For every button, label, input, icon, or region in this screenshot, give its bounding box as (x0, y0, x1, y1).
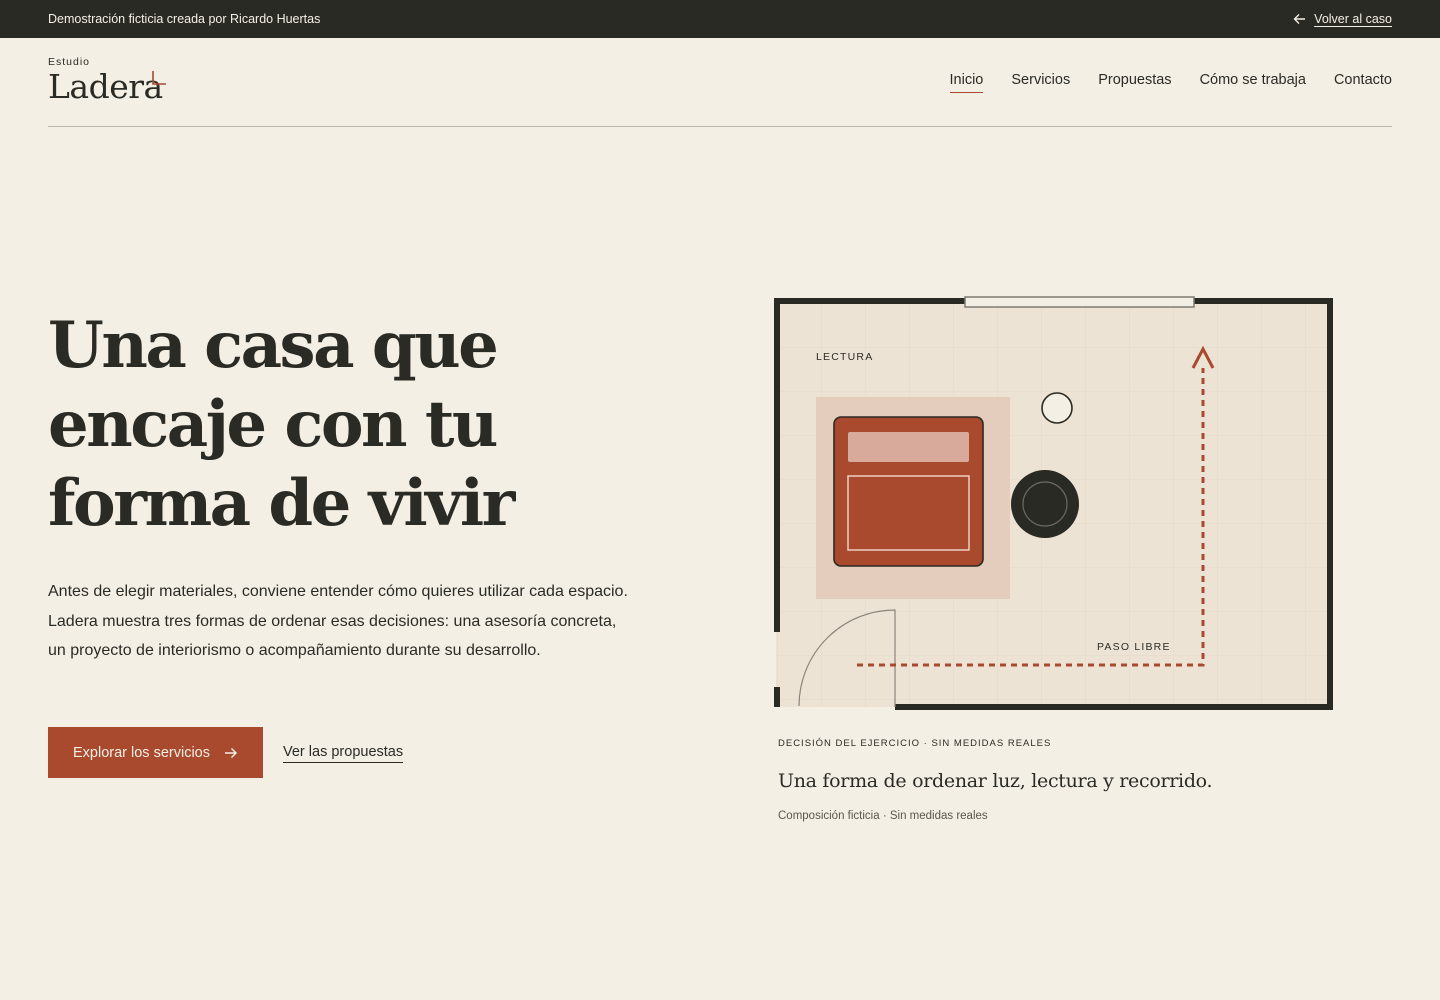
main-nav: Inicio Servicios Propuestas Cómo se trab… (949, 72, 1392, 93)
demo-banner: Demostración ficticia creada por Ricardo… (0, 0, 1440, 38)
explore-services-label: Explorar los servicios (73, 744, 210, 761)
plan-label-path: PASO LIBRE (1097, 641, 1171, 653)
view-proposals-link[interactable]: Ver las propuestas (283, 744, 404, 763)
arrow-left-icon (1293, 14, 1306, 24)
hero-title-line-1: Una casa que (48, 308, 499, 383)
explore-services-button[interactable]: Explorar los servicios (48, 727, 263, 778)
plan-lamp (1041, 392, 1073, 424)
floor-plan-illustration: LECTURA PASO LIBRE (774, 296, 1333, 710)
arrow-right-icon (225, 747, 238, 758)
nav-inicio[interactable]: Inicio (949, 72, 984, 93)
plan-armchair-back (848, 432, 969, 462)
demo-banner-text: Demostración ficticia creada por Ricardo… (48, 12, 321, 26)
plan-caption-kicker: DECISIÓN DEL EJERCICIO · SIN MEDIDAS REA… (778, 738, 1052, 749)
plan-caption-note: Composición ficticia · Sin medidas reale… (778, 810, 988, 822)
site-header: Estudio Ladera Inicio Servicios Propuest… (48, 38, 1392, 127)
nav-contacto[interactable]: Contacto (1334, 72, 1392, 93)
plan-label-reading: LECTURA (816, 351, 873, 363)
nav-propuestas[interactable]: Propuestas (1098, 72, 1171, 93)
logo-wordmark: Ladera (48, 67, 163, 106)
plan-side-table (1011, 470, 1079, 538)
plan-caption-title: Una forma de ordenar luz, lectura y reco… (778, 770, 1213, 792)
hero-title-line-2: encaje con tu (48, 387, 498, 462)
plan-window (964, 296, 1195, 308)
logo-corner-mark-icon (152, 71, 166, 85)
nav-servicios[interactable]: Servicios (1011, 72, 1070, 93)
logo[interactable]: Estudio Ladera (48, 56, 163, 103)
nav-como-se-trabaja[interactable]: Cómo se trabaja (1200, 72, 1306, 93)
hero-title: Una casa que encaje con tu forma de vivi… (48, 306, 668, 543)
hero-description: Antes de elegir materiales, conviene ent… (48, 583, 628, 659)
hero-title-line-3: forma de vivir (48, 466, 515, 541)
back-to-case[interactable]: Volver al caso (1293, 12, 1392, 26)
back-to-case-link[interactable]: Volver al caso (1314, 12, 1392, 26)
